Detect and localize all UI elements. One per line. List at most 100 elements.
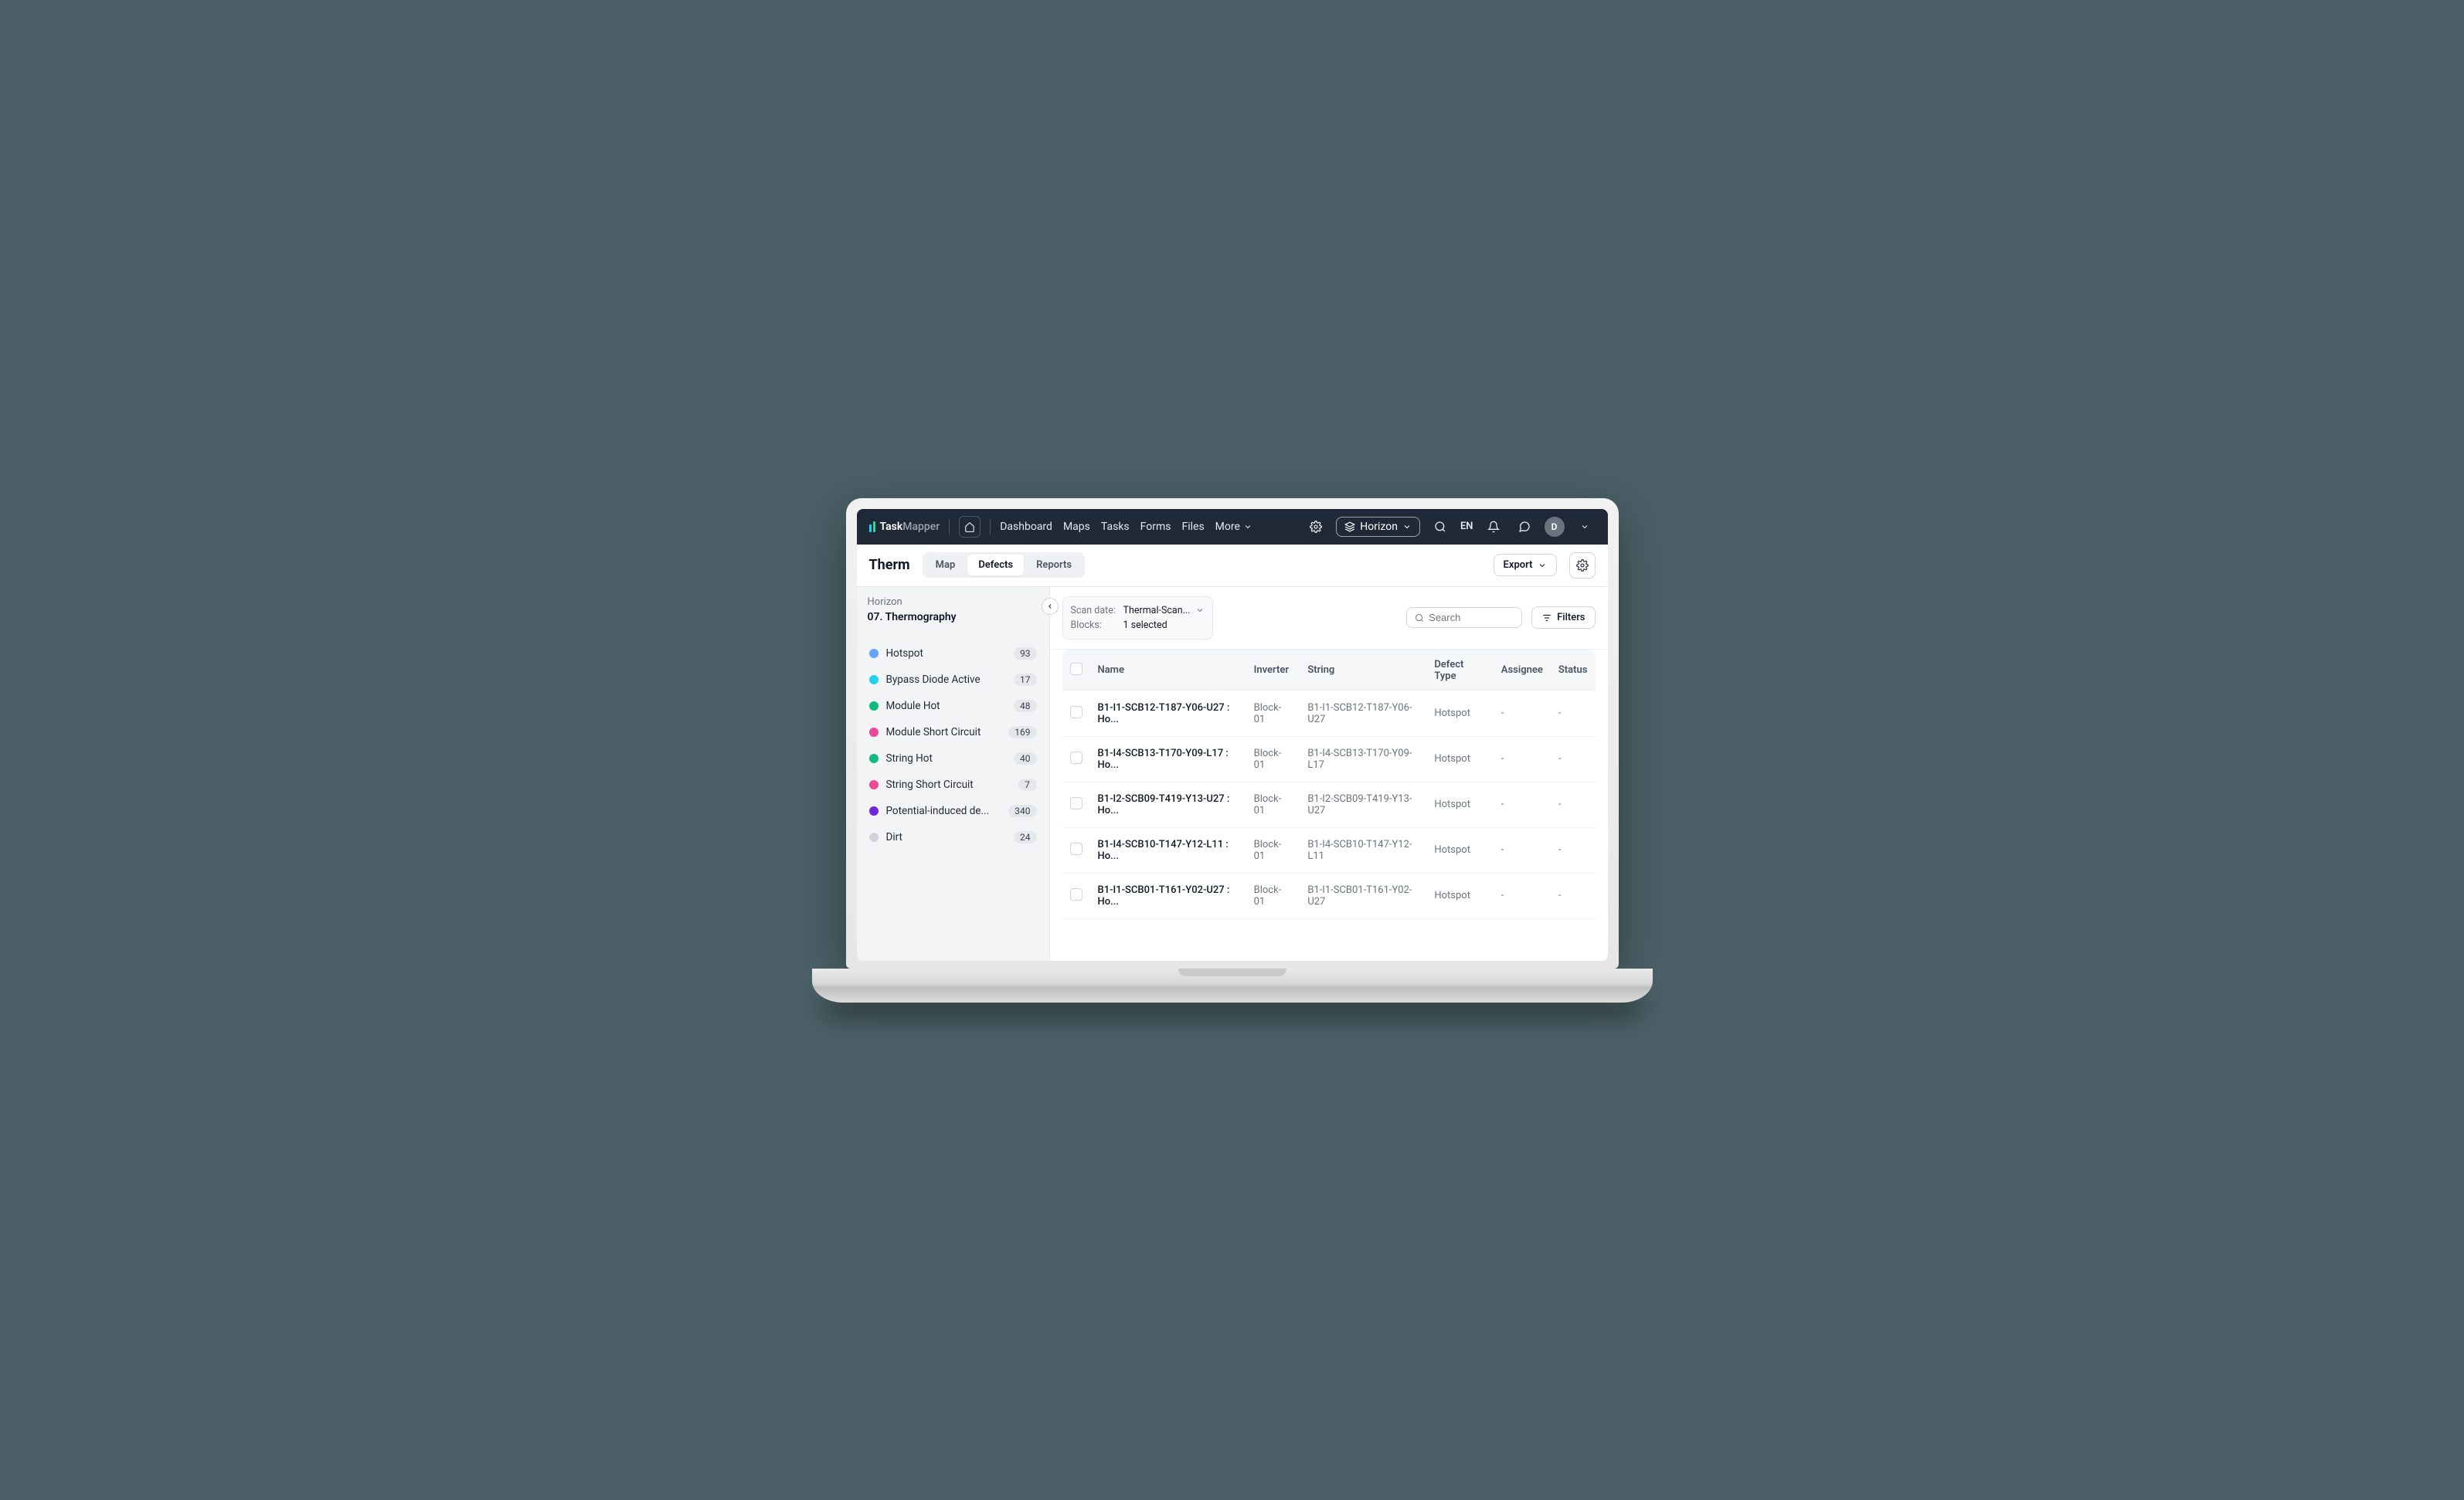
divider: [990, 519, 991, 535]
search-icon: [1434, 521, 1446, 533]
tab-map[interactable]: Map: [925, 555, 967, 575]
cell-name: B1-I1-SCB12-T187-Y06-U27 : Ho...: [1090, 691, 1246, 737]
cell-defect-type: Hotspot: [1426, 873, 1493, 918]
view-tabs: Map Defects Reports: [923, 552, 1085, 578]
brand-logo-icon: [869, 521, 875, 532]
main-panel: Scan date: Thermal-Scan... Blocks: 1 sel…: [1050, 587, 1608, 961]
category-label: Bypass Diode Active: [886, 674, 1007, 686]
sidebar-category-item[interactable]: Bypass Diode Active17: [862, 667, 1045, 693]
sidebar-category-item[interactable]: Module Hot48: [862, 693, 1045, 719]
table-row[interactable]: B1-I1-SCB12-T187-Y06-U27 : Ho...Block-01…: [1062, 691, 1596, 737]
sidebar-category-item[interactable]: String Short Circuit 7: [862, 772, 1045, 798]
category-count: 24: [1014, 831, 1037, 843]
topnav: TaskMapper Dashboard Maps Tasks Forms Fi…: [857, 509, 1608, 545]
project-selector[interactable]: Horizon: [1336, 517, 1420, 537]
language-selector[interactable]: EN: [1460, 521, 1473, 532]
bell-icon: [1487, 521, 1500, 533]
col-string: String: [1300, 650, 1426, 691]
tab-defects[interactable]: Defects: [967, 555, 1024, 575]
category-count: 40: [1014, 752, 1037, 765]
global-search-button[interactable]: [1429, 516, 1451, 538]
export-button[interactable]: Export: [1494, 554, 1557, 576]
col-name: Name: [1090, 650, 1246, 691]
search-input[interactable]: [1429, 612, 1514, 623]
blocks-value: 1 selected: [1123, 619, 1167, 631]
home-icon: [964, 521, 975, 532]
project-selector-label: Horizon: [1360, 521, 1398, 533]
page-title: Therm: [869, 557, 910, 573]
notifications-button[interactable]: [1483, 516, 1504, 538]
filter-icon: [1541, 613, 1552, 623]
cell-status: -: [1551, 736, 1596, 782]
nav-maps[interactable]: Maps: [1063, 521, 1090, 533]
tab-reports[interactable]: Reports: [1025, 555, 1082, 575]
cell-defect-type: Hotspot: [1426, 736, 1493, 782]
cell-inverter: Block-01: [1246, 873, 1300, 918]
brand[interactable]: TaskMapper: [869, 521, 940, 533]
row-checkbox[interactable]: [1070, 888, 1082, 901]
nav-files[interactable]: Files: [1181, 521, 1204, 533]
cell-string: B1-I2-SCB09-T419-Y13-U27: [1300, 782, 1426, 827]
user-avatar[interactable]: D: [1545, 517, 1565, 537]
sidebar-category-item[interactable]: String Hot 40: [862, 745, 1045, 772]
page-settings-button[interactable]: [1569, 552, 1596, 579]
scope-filter-box[interactable]: Scan date: Thermal-Scan... Blocks: 1 sel…: [1062, 596, 1213, 640]
category-label: String Short Circuit: [886, 779, 1011, 791]
col-status: Status: [1551, 650, 1596, 691]
scan-date-value: Thermal-Scan...: [1123, 605, 1191, 616]
search-input-wrap[interactable]: [1406, 607, 1522, 628]
cell-name: B1-I4-SCB13-T170-Y09-L17 : Ho...: [1090, 736, 1246, 782]
subheader: Therm Map Defects Reports Export: [857, 545, 1608, 587]
nav-links: Dashboard Maps Tasks Forms Files More: [1000, 521, 1252, 533]
cell-status: -: [1551, 873, 1596, 918]
col-defect-type: Defect Type: [1426, 650, 1493, 691]
cell-defect-type: Hotspot: [1426, 827, 1493, 873]
sidebar-category-item[interactable]: Hotspot93: [862, 640, 1045, 667]
table-row[interactable]: B1-I1-SCB01-T161-Y02-U27 : Ho...Block-01…: [1062, 873, 1596, 918]
select-all-checkbox[interactable]: [1070, 663, 1082, 675]
nav-more[interactable]: More: [1215, 521, 1252, 533]
chat-icon: [1518, 521, 1531, 533]
nav-dashboard[interactable]: Dashboard: [1000, 521, 1052, 533]
brand-text-2: Mapper: [902, 521, 940, 533]
cell-assignee: -: [1494, 827, 1551, 873]
cell-status: -: [1551, 827, 1596, 873]
category-count: 48: [1014, 700, 1037, 712]
category-label: Potential-induced de...: [886, 805, 1001, 817]
chat-button[interactable]: [1514, 516, 1535, 538]
cell-name: B1-I1-SCB01-T161-Y02-U27 : Ho...: [1090, 873, 1246, 918]
user-menu-caret[interactable]: [1574, 516, 1596, 538]
home-button[interactable]: [959, 516, 981, 538]
defects-table: Name Inverter String Defect Type Assigne…: [1062, 650, 1596, 919]
category-count: 340: [1008, 805, 1036, 817]
toolbar: Scan date: Thermal-Scan... Blocks: 1 sel…: [1050, 587, 1608, 650]
row-checkbox[interactable]: [1070, 843, 1082, 855]
gear-icon: [1576, 559, 1589, 572]
table-row[interactable]: B1-I2-SCB09-T419-Y13-U27 : Ho...Block-01…: [1062, 782, 1596, 827]
category-count: 169: [1008, 726, 1036, 738]
settings-button[interactable]: [1305, 516, 1327, 538]
cell-assignee: -: [1494, 873, 1551, 918]
sidebar-collapse-button[interactable]: [1042, 598, 1059, 615]
category-color-dot: [869, 780, 879, 789]
sidebar: Horizon 07. Thermography Hotspot93Bypass…: [857, 587, 1050, 961]
row-checkbox[interactable]: [1070, 752, 1082, 764]
cell-string: B1-I4-SCB10-T147-Y12-L11: [1300, 827, 1426, 873]
nav-tasks[interactable]: Tasks: [1101, 521, 1130, 533]
row-checkbox[interactable]: [1070, 797, 1082, 809]
row-checkbox[interactable]: [1070, 706, 1082, 718]
sidebar-subproject: 07. Thermography: [868, 611, 1038, 623]
sidebar-category-item[interactable]: Dirt24: [862, 824, 1045, 850]
sidebar-category-item[interactable]: Potential-induced de... 340: [862, 798, 1045, 824]
cell-inverter: Block-01: [1246, 691, 1300, 737]
category-label: String Hot: [886, 752, 1007, 765]
table-row[interactable]: B1-I4-SCB13-T170-Y09-L17 : Ho...Block-01…: [1062, 736, 1596, 782]
sidebar-category-list: Hotspot93Bypass Diode Active17Module Hot…: [857, 633, 1049, 858]
nav-forms[interactable]: Forms: [1140, 521, 1171, 533]
table-wrap[interactable]: Name Inverter String Defect Type Assigne…: [1050, 650, 1608, 961]
filters-button[interactable]: Filters: [1531, 606, 1595, 629]
avatar-letter: D: [1551, 521, 1558, 532]
table-row[interactable]: B1-I4-SCB10-T147-Y12-L11 : Ho...Block-01…: [1062, 827, 1596, 873]
category-count: 7: [1018, 779, 1037, 791]
sidebar-category-item[interactable]: Module Short Circuit169: [862, 719, 1045, 745]
